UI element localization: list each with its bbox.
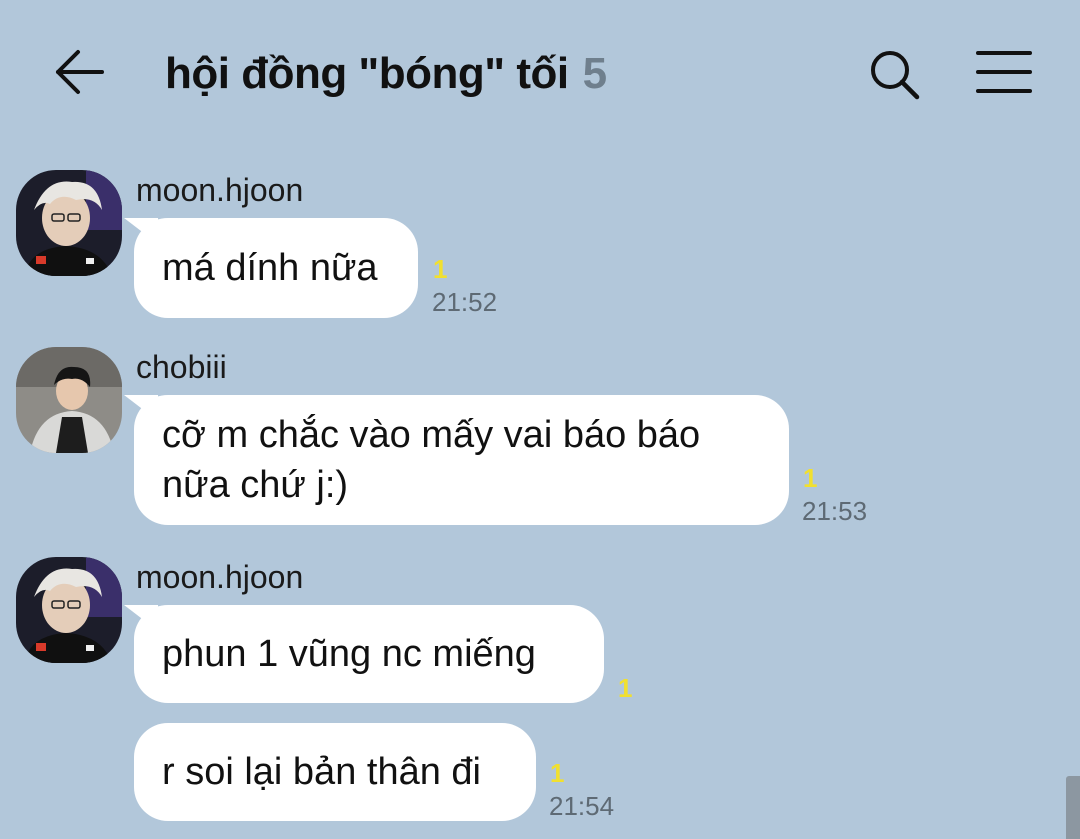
arrow-left-icon (56, 50, 104, 94)
message-bubble[interactable]: phun 1 vũng nc miếng (134, 605, 604, 703)
sender-name: chobiii (136, 349, 227, 385)
sender-name: moon.hjoon (136, 559, 304, 595)
hamburger-menu-icon (976, 51, 1032, 93)
unread-count: 1 (433, 254, 448, 284)
sender-name: moon.hjoon (136, 172, 304, 208)
search-icon (871, 51, 920, 100)
message-text: phun 1 vũng nc miếng (162, 633, 536, 675)
message-bubble[interactable]: r soi lại bản thân đi (134, 723, 536, 821)
menu-button[interactable] (974, 48, 1034, 96)
message-time: 21:54 (549, 791, 615, 821)
avatar[interactable] (16, 170, 122, 276)
avatar[interactable] (16, 557, 122, 663)
profile-photo-icon (16, 170, 122, 276)
message-time: 21:53 (802, 496, 868, 526)
scrollbar-thumb[interactable] (1066, 776, 1080, 839)
chat-title: hội đồng "bóng" tối (165, 49, 569, 98)
search-button[interactable] (866, 46, 922, 102)
message-text: cỡ m chắc vào mấy vai báo báo nữa chứ j:… (162, 414, 701, 506)
unread-count: 1 (803, 463, 818, 493)
message-text: má dính nữa (162, 247, 378, 289)
message-time: 21:52 (432, 287, 498, 317)
message-text: r soi lại bản thân đi (162, 751, 481, 793)
chat-title-area[interactable]: hội đồng "bóng" tối 5 (165, 44, 607, 104)
avatar[interactable] (16, 347, 122, 453)
chat-header: hội đồng "bóng" tối 5 (0, 0, 1080, 140)
profile-photo-icon (16, 557, 122, 663)
profile-photo-icon (16, 347, 122, 453)
message-bubble[interactable]: cỡ m chắc vào mấy vai báo báo nữa chứ j:… (134, 395, 789, 525)
back-button[interactable] (52, 48, 108, 96)
member-count: 5 (582, 49, 608, 98)
unread-count: 1 (550, 758, 565, 788)
message-bubble[interactable]: má dính nữa (134, 218, 418, 318)
unread-count: 1 (618, 673, 633, 703)
